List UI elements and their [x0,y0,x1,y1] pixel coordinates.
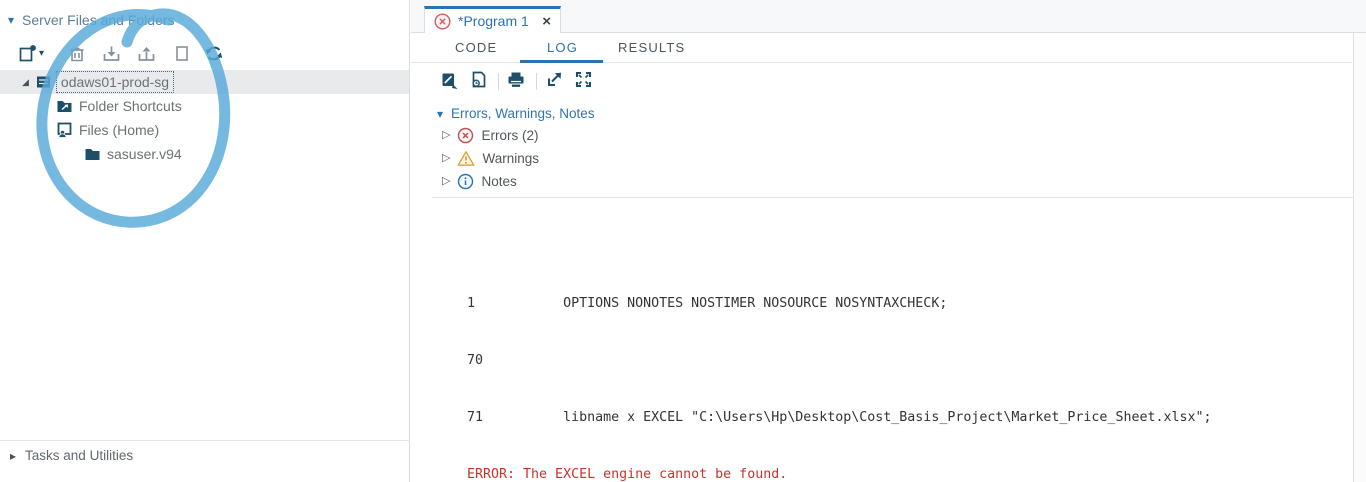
delete-button[interactable] [68,44,86,63]
warning-icon [457,151,475,166]
document-tab-bar: *Program 1 × [411,0,1366,33]
section-tasks-utilities[interactable]: ▸ Tasks and Utilities [10,448,133,463]
server-icon [36,76,50,88]
section-server-files-header[interactable]: ▾ Server Files and Folders [8,12,175,28]
tree-label-sasuser[interactable]: sasuser.v94 [107,146,182,162]
section-title-tasks: Tasks and Utilities [25,448,134,463]
document-icon[interactable] [174,44,190,63]
tab-program-1[interactable]: *Program 1 × [424,6,561,33]
open-new-window-icon[interactable] [545,70,564,89]
log-history-icon[interactable] [470,70,488,90]
refresh-icon[interactable] [204,44,224,63]
tree-label-folder-shortcuts[interactable]: Folder Shortcuts [79,98,182,114]
files-home-icon [57,122,72,138]
tab-error-status-icon [434,12,451,30]
ewn-header-label: Errors, Warnings, Notes [451,106,595,121]
download-icon[interactable] [102,44,121,63]
warnings-label: Warnings [482,151,539,166]
folder-shortcut-icon [57,101,72,112]
new-dropdown-caret-icon[interactable]: ▾ [39,48,44,59]
expand-caret-icon[interactable]: ▷ [442,176,450,187]
trash-icon[interactable] [68,44,86,63]
view-tab-strip: CODE LOG RESULTS [411,33,1352,63]
server-files-tree: ◢ odaws01-prod-sg Folder Shortcuts Files… [0,70,409,166]
save-log-button[interactable] [440,70,459,95]
toolbar-separator [536,73,537,90]
tree-row-folder-shortcuts[interactable]: Folder Shortcuts [0,94,409,118]
vertical-scrollbar[interactable] [1353,33,1366,482]
refresh-button[interactable] [204,44,224,63]
maximize-icon[interactable] [574,70,593,89]
notes-label: Notes [481,174,517,189]
log-line: 70 [467,353,484,368]
print-icon[interactable] [506,70,526,90]
active-tab-underline [520,60,603,63]
log-line: 71 libname x EXCEL "C:\Users\Hp\Desktop\… [467,410,1212,425]
log-output: 1 OPTIONS NONOTES NOSTIMER NOSOURCE NOSY… [467,256,1346,482]
print-log-button[interactable] [506,70,526,95]
tree-label-server[interactable]: odaws01-prod-sg [55,71,175,93]
folder-icon [85,149,100,160]
tree-expanded-icon[interactable]: ◢ [22,77,29,87]
panel-divider [0,440,410,441]
log-line: 1 OPTIONS NONOTES NOSTIMER NOSOURCE NOSY… [467,296,948,311]
tab-log[interactable]: LOG [547,33,578,63]
toolbar-separator [498,73,499,90]
error-icon [458,127,474,144]
expand-caret-icon[interactable]: ▷ [442,153,450,164]
tab-results[interactable]: RESULTS [618,33,685,63]
log-divider [432,197,1353,198]
log-history-button[interactable] [470,70,488,95]
upload-icon[interactable] [137,44,156,63]
info-icon [458,173,474,190]
collapse-caret-icon[interactable]: ▾ [437,108,443,120]
sas-studio-window: ▾ Server Files and Folders ▾ ◢ odaws01-p… [0,0,1366,482]
upload-button[interactable] [137,44,156,63]
open-new-window-button[interactable] [545,70,564,94]
new-button[interactable]: ▾ [18,44,44,63]
folder-shortcut-button[interactable] [174,44,190,63]
notes-group[interactable]: ▷ Notes [411,170,1366,193]
navigation-pane: ▾ Server Files and Folders ▾ ◢ odaws01-p… [0,0,410,482]
new-file-icon[interactable] [18,44,37,63]
log-line-error: ERROR: The EXCEL engine cannot be found. [467,467,788,482]
expand-caret-icon[interactable]: ▸ [10,450,16,462]
tree-row-files-home[interactable]: Files (Home) [0,118,409,142]
tree-row-server[interactable]: ◢ odaws01-prod-sg [0,70,409,94]
errors-group[interactable]: ▷ Errors (2) [411,124,1366,147]
ewn-header[interactable]: ▾ Errors, Warnings, Notes [411,103,1366,124]
errors-label: Errors (2) [481,128,539,143]
tab-close-icon[interactable]: × [542,14,551,29]
tab-title[interactable]: *Program 1 [458,13,529,29]
download-button[interactable] [102,44,121,63]
warnings-group[interactable]: ▷ Warnings [411,147,1366,170]
work-area: *Program 1 × CODE LOG RESULTS ▾ Errors, … [411,0,1366,482]
files-toolbar: ▾ [18,42,224,64]
tree-row-sasuser[interactable]: sasuser.v94 [0,142,409,166]
errors-warnings-notes: ▾ Errors, Warnings, Notes ▷ Errors (2) ▷ [411,103,1366,193]
tree-label-files-home[interactable]: Files (Home) [79,122,159,138]
tab-code[interactable]: CODE [455,33,497,63]
section-title: Server Files and Folders [22,12,175,28]
expand-caret-icon[interactable]: ▷ [442,130,450,141]
collapse-caret-icon[interactable]: ▾ [8,14,14,26]
save-log-icon[interactable] [440,70,459,90]
maximize-view-button[interactable] [574,70,593,94]
